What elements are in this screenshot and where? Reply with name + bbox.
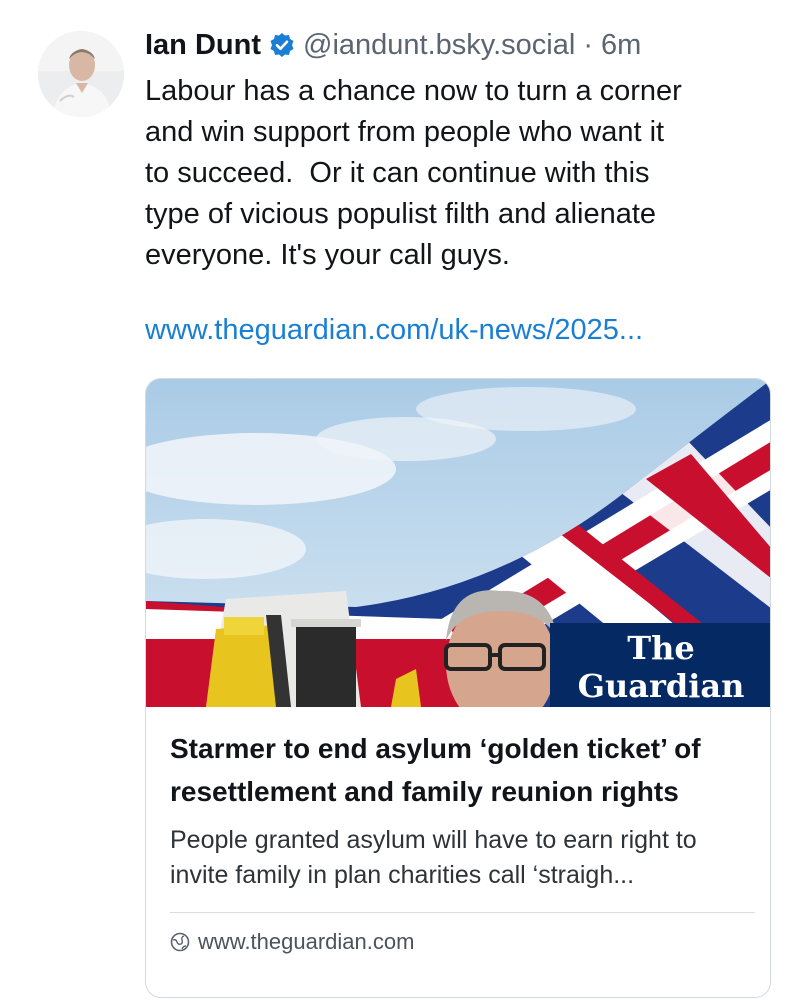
card-domain: www.theguardian.com [198, 929, 415, 954]
post-text: Labour has a chance now to turn a corner… [145, 75, 682, 271]
card-divider [170, 912, 755, 913]
card-body: Starmer to end asylum ‘golden ticket’ of… [170, 707, 755, 957]
card-description: People granted asylum will have to earn … [170, 826, 697, 889]
author-handle[interactable]: @iandunt.bsky.social [303, 22, 575, 68]
post-header: Ian Dunt @iandunt.bsky.social · 6m [145, 22, 785, 68]
link-preview-card[interactable]: The Guardian Starmer to end asylum ‘gold… [145, 378, 771, 998]
card-title[interactable]: Starmer to end asylum ‘golden ticket’ of… [170, 727, 755, 813]
card-thumbnail-image: The Guardian [146, 379, 770, 707]
avatar-photo [38, 31, 124, 117]
avatar[interactable] [38, 31, 124, 117]
guardian-logo-line2: Guardian [578, 667, 745, 705]
post-link[interactable]: www.theguardian.com/uk-news/2025... [145, 310, 785, 351]
separator-dot: · [583, 29, 593, 61]
card-domain-row: www.theguardian.com [170, 927, 755, 957]
globe-icon [170, 932, 190, 952]
guardian-logo-line1: The [627, 629, 694, 667]
verified-check-icon[interactable] [269, 32, 295, 58]
author-name[interactable]: Ian Dunt [145, 22, 261, 68]
post-timestamp[interactable]: 6m [601, 22, 641, 68]
post: Ian Dunt @iandunt.bsky.social · 6m Labou… [145, 22, 785, 351]
